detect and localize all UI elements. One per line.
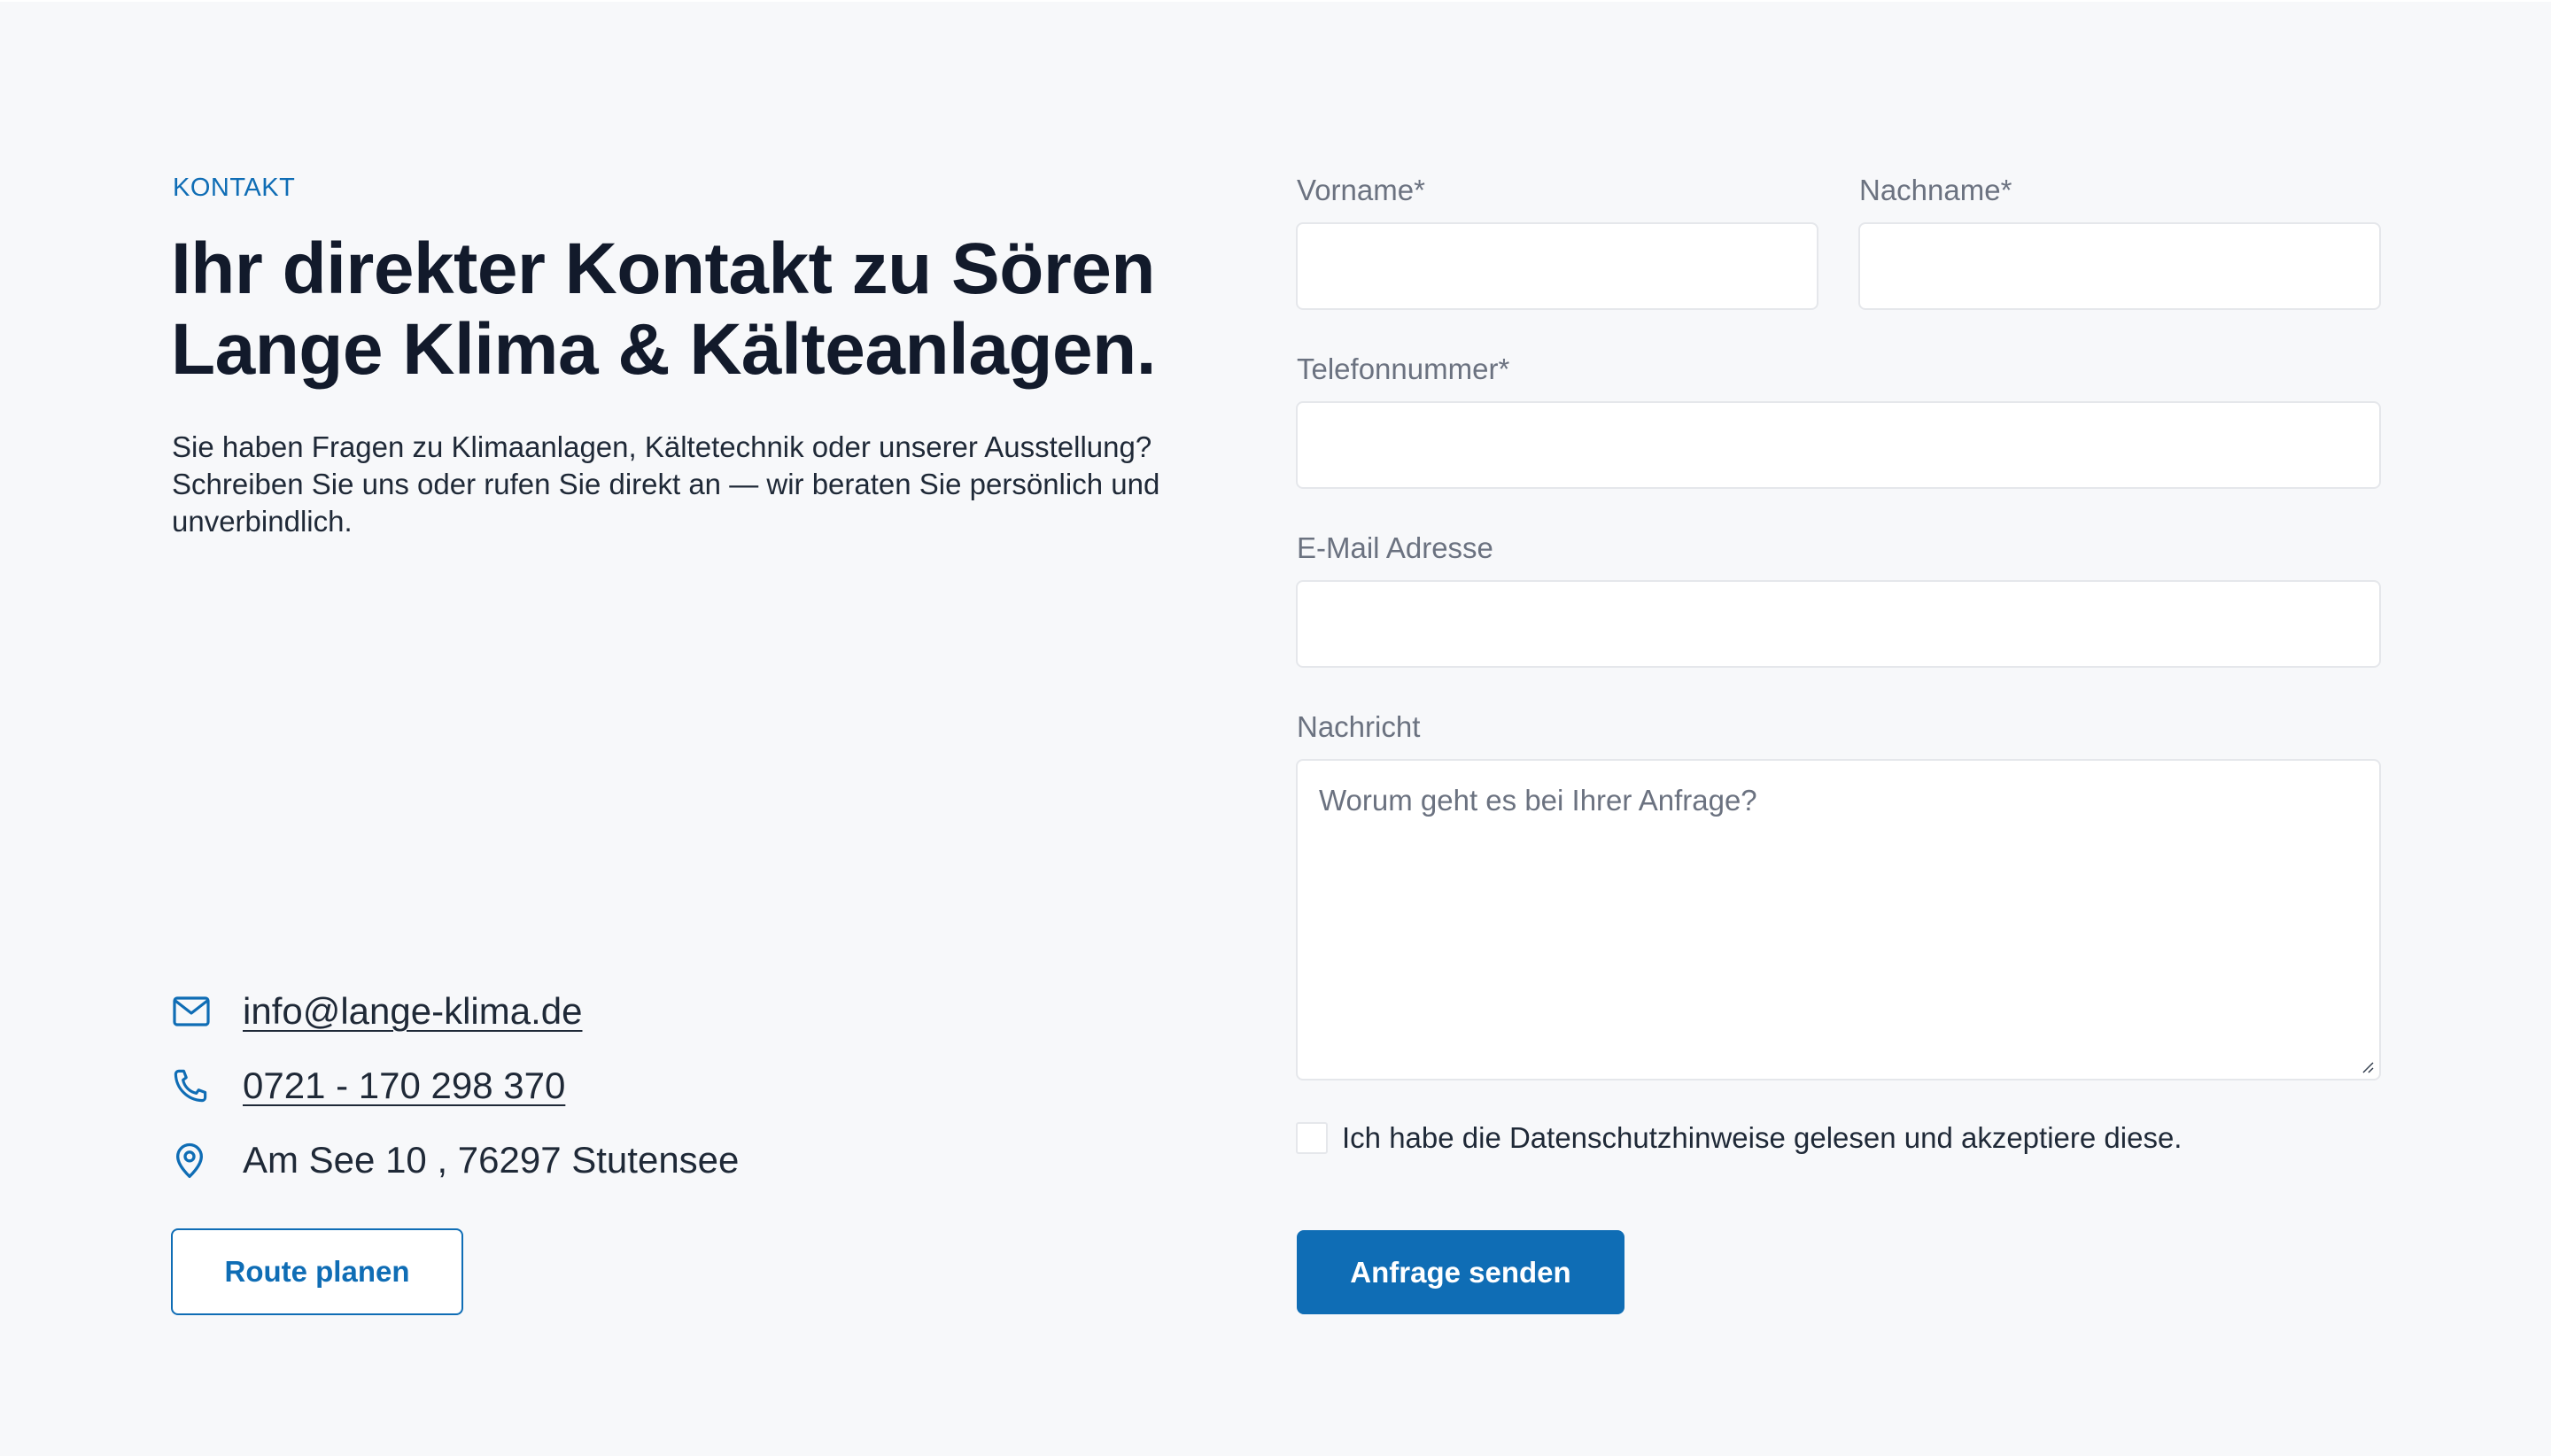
top-divider [0,0,2551,2]
intro-text: Sie haben Fragen zu Klimaanlagen, Kältet… [172,430,1160,538]
section-eyebrow: KONTAKT [173,174,296,202]
consent-label[interactable]: Ich habe die Datenschutzhinweise gelesen… [1342,1121,2182,1155]
page-title-line-2: Lange Klima & Kälteanlagen. [171,309,1157,390]
phone-label: Telefonnummer* [1297,352,1510,385]
address-text: Am See 10 , 76297 Stutensee [243,1139,740,1181]
route-button[interactable]: Route planen [171,1228,463,1315]
contact-phone-row: 0721 - 170 298 370 [172,1049,1058,1123]
map-pin-icon [172,1139,214,1181]
message-textarea[interactable] [1298,761,2379,1079]
mail-icon [172,990,214,1033]
contact-address-row: Am See 10 , 76297 Stutensee [172,1123,1058,1197]
contact-details: info@lange-klima.de 0721 - 170 298 370 A… [172,974,1058,1197]
first-name-field [1296,222,1818,310]
submit-button[interactable]: Anfrage senden [1297,1230,1624,1314]
resize-handle-icon[interactable] [2361,1061,2374,1073]
last-name-field [1858,222,2381,310]
email-field [1296,580,2381,668]
phone-icon [172,1065,214,1107]
consent-row: Ich habe die Datenschutzhinweise gelesen… [1296,1121,2182,1155]
page-title-line-1: Ihr direkter Kontakt zu Sören [171,228,1155,309]
page-title: Ihr direkter Kontakt zu Sören Lange Klim… [171,228,1216,390]
message-label: Nachricht [1297,710,1421,743]
last-name-label: Nachname* [1859,174,2012,206]
phone-input[interactable] [1298,403,2379,487]
email-input[interactable] [1298,582,2379,666]
message-field [1296,759,2381,1080]
contact-email-row: info@lange-klima.de [172,974,1058,1049]
last-name-input[interactable] [1860,224,2379,308]
first-name-label: Vorname* [1297,174,1425,206]
phone-field [1296,401,2381,489]
email-link[interactable]: info@lange-klima.de [243,990,583,1033]
first-name-input[interactable] [1298,224,1817,308]
consent-checkbox[interactable] [1296,1122,1328,1154]
phone-link[interactable]: 0721 - 170 298 370 [243,1065,565,1107]
email-label: E-Mail Adresse [1297,531,1493,564]
